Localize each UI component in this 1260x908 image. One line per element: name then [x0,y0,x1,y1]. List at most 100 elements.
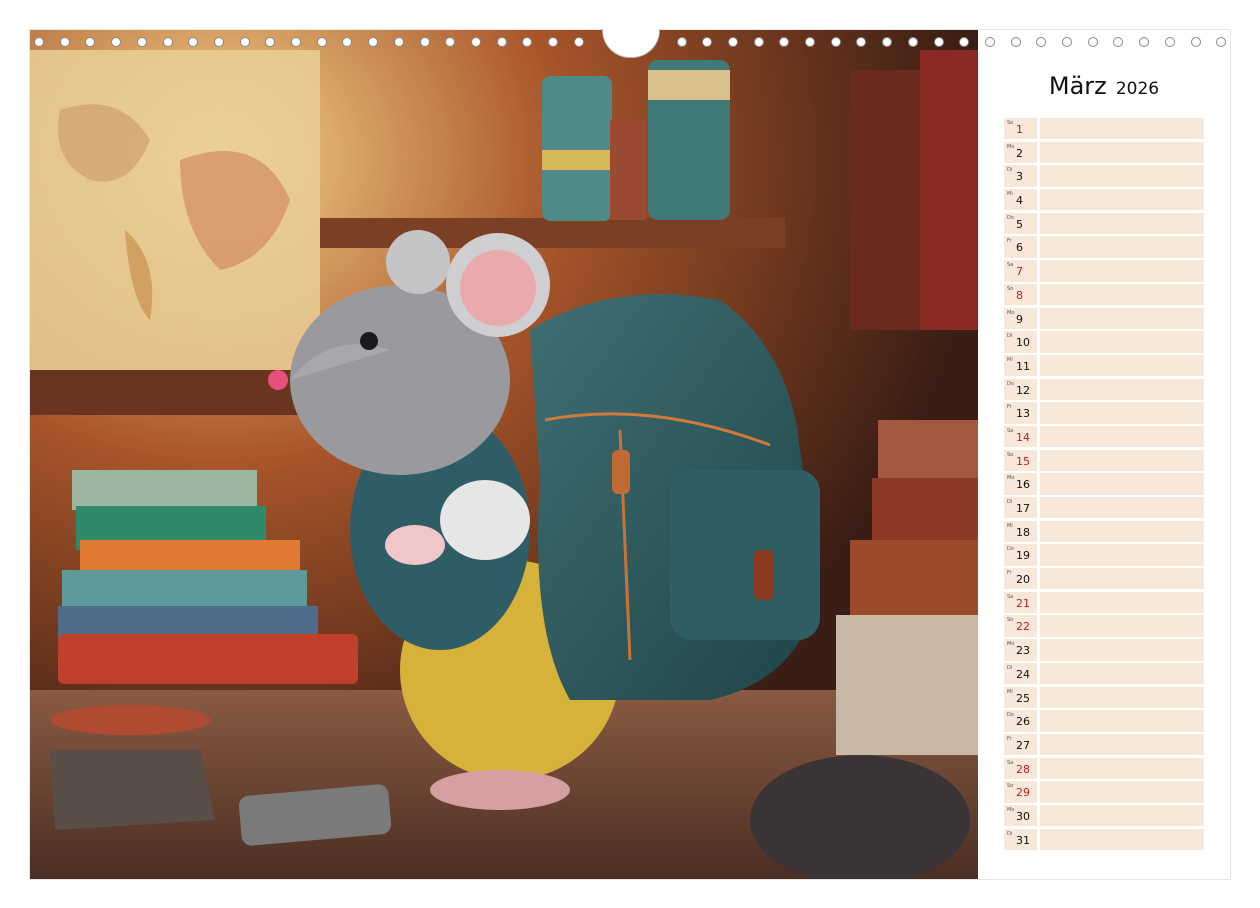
year-label: 2026 [1115,79,1160,99]
day-number: 5 [1016,217,1023,231]
day-number: 26 [1016,715,1030,729]
day-row: Di 3 [1004,165,1204,187]
day-cell: Sa 7 [1004,260,1037,282]
day-number: 14 [1016,430,1030,444]
day-number: 4 [1016,194,1023,208]
note-line [1040,331,1204,353]
day-cell: Do 5 [1004,212,1037,235]
month-title: März 2026 [978,72,1230,100]
binding-hole [85,37,96,47]
binding-hole [1164,37,1175,47]
note-line [1040,591,1204,614]
day-cell: Mo 30 [1004,804,1037,827]
day-number: 9 [1016,312,1023,326]
weekday-abbr: Mi [1007,356,1013,363]
day-row: Mo 2 [1004,141,1204,164]
weekday-abbr: Fr [1007,570,1012,577]
binding-hole [830,37,841,47]
day-row: Mo 23 [1004,639,1204,661]
note-line [1040,141,1204,164]
note-line [1040,118,1204,140]
day-number: 18 [1016,525,1030,539]
note-line [1040,354,1204,377]
binding-hole [702,37,713,47]
binding-hole [316,37,327,47]
weekday-abbr: So [1007,783,1014,790]
day-row: Mo 16 [1004,473,1204,495]
day-number: 25 [1016,691,1030,705]
day-cell: Mi 25 [1004,686,1037,708]
binding-hole [188,37,199,47]
weekday-abbr: Do [1007,214,1014,221]
note-line [1040,639,1204,661]
weekday-abbr: Mi [1007,688,1013,695]
day-cell: Sa 28 [1004,757,1037,779]
binding-hole [779,37,790,47]
weekday-abbr: So [1007,120,1014,126]
binding-hole [136,37,147,47]
day-cell: Fr 20 [1004,568,1037,590]
note-line [1040,615,1204,637]
day-row: So 8 [1004,283,1204,306]
note-line [1040,378,1204,400]
day-row: So 22 [1004,615,1204,637]
binding-hole [419,37,430,47]
calendar-page: März 2026 So 1 Mo 2 Di 3 Mi 4 Do 5 Fr 6 Sa 7 So 8 Mo 9 Di 1… [30,30,1230,879]
weekday-abbr: Do [1007,380,1014,387]
weekday-abbr: So [1007,617,1014,624]
binding-hole [753,37,764,47]
weekday-abbr: Sa [1007,593,1014,600]
binding-hole [342,37,353,47]
hanger-notch [602,29,660,58]
day-cell: Di 31 [1004,828,1037,851]
day-cell: Mo 23 [1004,639,1037,661]
note-line [1040,544,1204,566]
binding-hole [1036,37,1047,47]
binding-hole [1087,37,1098,47]
day-row: Sa 7 [1004,260,1204,282]
day-row: So 1 [1004,118,1204,140]
binding-hole [59,37,70,47]
day-cell: Fr 27 [1004,733,1037,756]
day-number: 29 [1016,786,1030,800]
day-row: Do 5 [1004,212,1204,235]
binding-hole [111,37,122,47]
binding-hole [959,37,970,47]
binding-hole [213,37,224,47]
note-line [1040,165,1204,187]
day-row: Mo 30 [1004,804,1204,827]
weekday-abbr: Di [1007,664,1013,671]
weekday-abbr: Fr [1007,238,1012,245]
weekday-abbr: So [1007,285,1014,292]
day-cell: Di 24 [1004,662,1037,685]
binding-hole [34,37,44,47]
day-cell: Fr 13 [1004,402,1037,424]
binding-hole [368,37,379,47]
weekday-abbr: Di [1007,830,1013,837]
note-line [1040,425,1204,448]
note-line [1040,236,1204,258]
day-number: 24 [1016,667,1030,681]
day-row: Mi 18 [1004,520,1204,543]
binding-hole [727,37,738,47]
binding-hole [984,37,995,47]
day-cell: So 22 [1004,615,1037,637]
note-line [1040,568,1204,590]
day-row: Di 10 [1004,331,1204,353]
note-line [1040,402,1204,424]
day-list: So 1 Mo 2 Di 3 Mi 4 Do 5 Fr 6 Sa 7 So 8 Mo 9 Di 10 Mi 11 Do 12 F… [1004,118,1204,852]
day-cell: Di 17 [1004,497,1037,519]
day-number: 16 [1016,478,1030,492]
weekday-abbr: Sa [1007,262,1014,269]
weekday-abbr: Sa [1007,427,1014,434]
day-number: 6 [1016,241,1023,255]
binding-hole [1062,37,1072,47]
note-line [1040,283,1204,306]
note-line [1040,307,1204,329]
weekday-abbr: Sa [1007,759,1014,766]
day-cell: So 29 [1004,781,1037,803]
day-number: 13 [1016,407,1030,421]
note-line [1040,662,1204,685]
binding-hole [882,37,893,47]
day-cell: So 8 [1004,283,1037,306]
